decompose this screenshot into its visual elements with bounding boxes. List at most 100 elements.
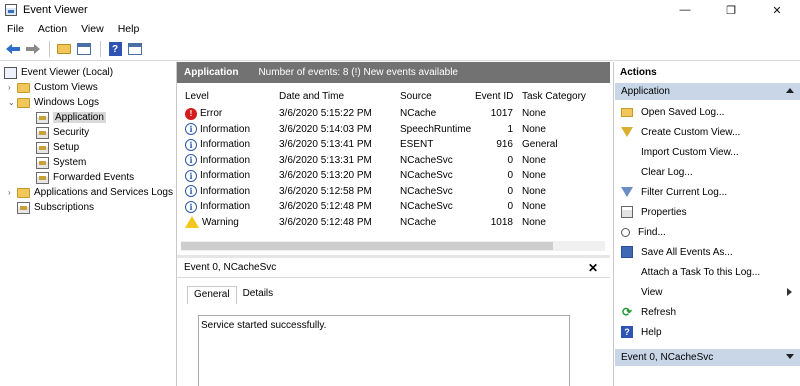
tree-item-applications-and-services-logs[interactable]: › Applications and Services Logs — [8, 185, 173, 200]
action-label: Refresh — [641, 306, 677, 318]
log-icon — [36, 111, 49, 124]
cell-date-time: 3/6/2020 5:12:58 PM — [279, 185, 372, 197]
action-label: Import Custom View... — [641, 146, 739, 158]
back-button[interactable] — [4, 40, 22, 58]
actions-group-event[interactable]: Event 0, NCacheSvc — [615, 349, 800, 366]
collapse-up-icon[interactable] — [786, 88, 794, 93]
log-icon — [36, 156, 49, 169]
action-properties[interactable]: Properties — [615, 202, 800, 222]
find-icon — [621, 227, 630, 237]
event-description[interactable]: Service started successfully. — [198, 315, 570, 386]
log-name: Application — [184, 67, 239, 78]
menu-action[interactable]: Action — [31, 23, 74, 35]
folder-up-icon — [57, 44, 71, 54]
tree-item-system[interactable]: System — [36, 155, 86, 170]
action-open-saved-log[interactable]: Open Saved Log... — [615, 102, 800, 122]
level-text: Information — [200, 123, 251, 135]
actions-group-label: Application — [621, 86, 670, 97]
action-filter-current-log[interactable]: Filter Current Log... — [615, 182, 800, 202]
table-row[interactable]: i Information 3/6/2020 5:12:58 PM NCacheSvc… — [181, 184, 604, 200]
event-detail-title: Event 0, NCacheSvc — [184, 262, 277, 273]
action-label: Properties — [641, 206, 687, 218]
help-button[interactable]: ? — [106, 40, 124, 58]
cell-level: i Information — [181, 169, 279, 182]
column-header-task-category[interactable]: Task Category — [522, 91, 600, 102]
menu-file[interactable]: File — [0, 23, 31, 35]
expand-icon[interactable]: › — [8, 83, 17, 92]
level-text: Error — [200, 108, 223, 120]
information-icon: i — [185, 123, 197, 136]
action-refresh[interactable]: ⟳ Refresh — [615, 302, 800, 322]
action-create-custom-view[interactable]: Create Custom View... — [615, 122, 800, 142]
action-label: Open Saved Log... — [641, 106, 725, 118]
folder-icon — [17, 187, 30, 198]
tree-item-setup[interactable]: Setup — [36, 140, 79, 155]
table-row[interactable]: ! Error 3/6/2020 5:15:22 PM NCache 1017 None — [181, 106, 604, 122]
level-text: Information — [200, 139, 251, 151]
tree-item-label: System — [53, 157, 87, 168]
show-hide-action-pane-button[interactable] — [126, 40, 144, 58]
tree-item-forwarded-events[interactable]: Forwarded Events — [36, 170, 134, 185]
log-icon — [36, 171, 49, 184]
expand-down-icon[interactable] — [786, 354, 794, 359]
action-label: Help — [641, 326, 662, 338]
information-icon: i — [185, 138, 197, 151]
actions-group-application[interactable]: Application — [615, 83, 800, 100]
table-row[interactable]: i Information 3/6/2020 5:12:48 PM NCacheSvc… — [181, 199, 604, 215]
column-header-level[interactable]: Level — [181, 91, 279, 102]
collapse-icon[interactable]: ⌄ — [8, 98, 17, 107]
up-one-level-button[interactable] — [55, 40, 73, 58]
cell-date-time: 3/6/2020 5:15:22 PM — [279, 108, 372, 120]
event-message: Service started successfully. — [201, 320, 327, 331]
tree-item-custom-views[interactable]: › Custom Views — [8, 80, 98, 95]
cell-date-time: 3/6/2020 5:14:03 PM — [279, 123, 372, 135]
action-help[interactable]: ? Help — [615, 322, 800, 342]
tree-item-event-viewer-local[interactable]: Event Viewer (Local) — [4, 65, 113, 80]
cell-source: NCache — [400, 216, 437, 228]
forward-icon — [26, 44, 40, 54]
action-import-custom-view[interactable]: Import Custom View... — [615, 142, 800, 162]
column-header-source[interactable]: Source — [400, 91, 475, 102]
tree-item-application[interactable]: Application — [36, 110, 106, 125]
cell-event-id: 1 — [507, 123, 513, 135]
properties-icon — [621, 206, 633, 218]
table-row[interactable]: i Information 3/6/2020 5:13:41 PM ESENT 916 G… — [181, 137, 604, 153]
table-row[interactable]: Warning 3/6/2020 5:12:48 PM NCache 1018 None — [181, 215, 604, 231]
menu-help[interactable]: Help — [111, 23, 147, 35]
tree-item-label: Event Viewer (Local) — [21, 67, 114, 78]
close-detail-button[interactable]: ✕ — [588, 261, 598, 275]
tree-item-subscriptions[interactable]: Subscriptions — [17, 200, 94, 215]
action-find[interactable]: Find... — [615, 222, 800, 242]
tree-item-windows-logs[interactable]: ⌄ Windows Logs — [8, 95, 99, 110]
forward-button[interactable] — [24, 40, 42, 58]
table-row[interactable]: i Information 3/6/2020 5:13:20 PM NCacheSvc… — [181, 168, 604, 184]
column-header-date-time[interactable]: Date and Time — [279, 91, 400, 102]
cell-date-time: 3/6/2020 5:13:41 PM — [279, 139, 372, 151]
scrollbar-thumb[interactable] — [181, 242, 553, 250]
event-list-pane: Level Date and Time Source Event ID Task… — [177, 83, 610, 255]
menu-view[interactable]: View — [74, 23, 111, 35]
action-attach-a-task-to-this-log[interactable]: Attach a Task To this Log... — [615, 262, 800, 282]
minimize-button[interactable]: — — [662, 0, 708, 20]
action-pane-icon — [128, 43, 142, 55]
column-header-event-id[interactable]: Event ID — [475, 91, 522, 102]
tab-details[interactable]: Details — [237, 286, 280, 304]
action-view[interactable]: View — [615, 282, 800, 302]
cell-event-id: 916 — [496, 139, 513, 151]
horizontal-scrollbar[interactable] — [181, 241, 605, 251]
tree-item-label: Subscriptions — [34, 202, 95, 213]
table-row[interactable]: i Information 3/6/2020 5:13:31 PM NCacheSvc… — [181, 153, 604, 169]
action-save-all-events-as[interactable]: Save All Events As... — [615, 242, 800, 262]
show-hide-console-tree-button[interactable] — [75, 40, 93, 58]
tab-general[interactable]: General — [187, 286, 237, 304]
tree-item-security[interactable]: Security — [36, 125, 89, 140]
close-button[interactable]: ✕ — [754, 0, 800, 20]
cell-level: i Information — [181, 200, 279, 213]
expand-icon[interactable]: › — [8, 188, 17, 197]
cell-source: ESENT — [400, 139, 434, 151]
actions-pane: Actions Application Open Saved Log... Cre… — [613, 62, 800, 386]
information-icon: i — [185, 185, 197, 198]
table-row[interactable]: i Information 3/6/2020 5:14:03 PM SpeechRun… — [181, 122, 604, 138]
restore-button[interactable]: ❐ — [708, 0, 754, 20]
action-clear-log[interactable]: Clear Log... — [615, 162, 800, 182]
